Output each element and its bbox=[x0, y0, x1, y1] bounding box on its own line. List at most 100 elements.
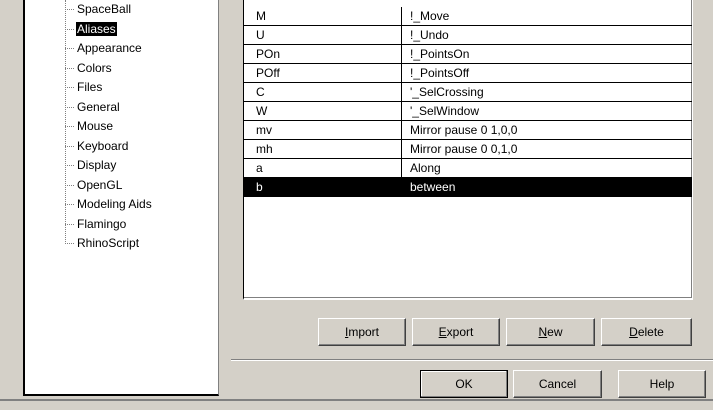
alias-name-cell: b bbox=[256, 180, 263, 194]
alias-command-cell: !_Undo bbox=[410, 28, 449, 42]
alias-name-cell: mh bbox=[256, 142, 273, 156]
alias-name-cell: W bbox=[256, 104, 268, 118]
alias-row[interactable]: C '_SelCrossing bbox=[244, 83, 692, 102]
tree-item-label: OpenGL bbox=[77, 178, 123, 192]
alias-name-cell: a bbox=[256, 161, 263, 175]
tree-item-label: Display bbox=[77, 158, 117, 172]
tree-item[interactable]: Colors bbox=[65, 59, 113, 77]
tree-item[interactable]: Aliases bbox=[65, 20, 117, 38]
alias-name-cell: POn bbox=[256, 47, 281, 61]
alias-name-cell: M bbox=[256, 9, 266, 23]
alias-row[interactable]: M !_Move bbox=[244, 7, 692, 26]
alias-command-cell: Along bbox=[410, 161, 441, 175]
tree-branch-line bbox=[65, 9, 74, 11]
alias-row[interactable]: b between bbox=[244, 178, 692, 197]
alias-list[interactable]: M !_Move U !_Undo POn !_PointsOn POff !_PointsO… bbox=[243, 0, 693, 300]
tree-item[interactable]: Modeling Aids bbox=[65, 195, 153, 213]
tree-item-label: RhinoScript bbox=[77, 236, 140, 250]
import-button-label: mport bbox=[348, 325, 380, 339]
column-divider bbox=[401, 159, 402, 178]
column-divider bbox=[401, 7, 402, 26]
alias-row[interactable]: mv Mirror pause 0 1,0,0 bbox=[244, 121, 692, 140]
new-button[interactable]: New bbox=[506, 318, 595, 346]
tree-branch-line bbox=[65, 165, 74, 167]
tree-item[interactable]: Mouse bbox=[65, 117, 114, 135]
alias-name-cell: POff bbox=[256, 66, 280, 80]
tree-item-label: SpaceBall bbox=[77, 2, 132, 16]
tree-item-label: General bbox=[77, 100, 120, 114]
tree-branch-line bbox=[65, 126, 74, 128]
tree-item-label: Colors bbox=[77, 61, 112, 75]
dialog-separator bbox=[231, 359, 713, 361]
tree-item[interactable]: General bbox=[65, 98, 121, 116]
alias-command-cell: Mirror pause 0 0,1,0 bbox=[410, 142, 518, 156]
export-button-label: xport bbox=[446, 325, 474, 339]
new-button-label: ew bbox=[547, 325, 563, 339]
alias-row[interactable]: POn !_PointsOn bbox=[244, 45, 692, 64]
alias-command-cell: !_Move bbox=[410, 9, 450, 23]
column-divider bbox=[401, 102, 402, 121]
delete-button[interactable]: Delete bbox=[601, 318, 692, 346]
alias-row[interactable]: U !_Undo bbox=[244, 26, 692, 45]
options-tree[interactable]: SpaceBall Aliases Appearance Colors Files Gen… bbox=[23, 0, 219, 396]
tree-item[interactable]: Display bbox=[65, 156, 117, 174]
alias-row[interactable]: W '_SelWindow bbox=[244, 102, 692, 121]
alias-row[interactable]: a Along bbox=[244, 159, 692, 178]
tree-item-label: Files bbox=[77, 80, 103, 94]
alias-command-cell: !_PointsOn bbox=[410, 47, 470, 61]
ok-button[interactable]: OK bbox=[420, 370, 508, 398]
cancel-button[interactable]: Cancel bbox=[513, 370, 602, 398]
alias-name-cell: U bbox=[256, 28, 265, 42]
tree-item-label: Flamingo bbox=[77, 217, 127, 231]
alias-command-cell: between bbox=[410, 180, 456, 194]
tree-branch-line bbox=[65, 107, 74, 109]
export-button[interactable]: Export bbox=[412, 318, 500, 346]
tree-item[interactable]: Files bbox=[65, 78, 103, 96]
tree-branch-line bbox=[65, 48, 74, 50]
ok-button-label: OK bbox=[455, 377, 473, 391]
alias-command-cell: Mirror pause 0 1,0,0 bbox=[410, 123, 518, 137]
delete-button-label: elete bbox=[637, 325, 664, 339]
tree-branch-line bbox=[65, 68, 74, 70]
tree-item-label: Appearance bbox=[77, 41, 142, 55]
alias-command-cell: '_SelWindow bbox=[410, 104, 479, 118]
tree-item-label: Keyboard bbox=[77, 139, 129, 153]
tree-item[interactable]: RhinoScript bbox=[65, 234, 140, 252]
tree-branch-line bbox=[65, 87, 74, 89]
column-divider bbox=[401, 45, 402, 64]
tree-branch-line bbox=[65, 224, 74, 226]
alias-row[interactable]: POff !_PointsOff bbox=[244, 64, 692, 83]
column-divider bbox=[401, 178, 402, 197]
cancel-button-label: Cancel bbox=[538, 377, 577, 391]
tree-branch-line bbox=[65, 243, 74, 245]
column-divider bbox=[401, 64, 402, 83]
tree-branch-line bbox=[65, 146, 74, 148]
new-accel-key: N bbox=[538, 325, 548, 339]
tree-item[interactable]: Appearance bbox=[65, 39, 143, 57]
tree-item[interactable]: OpenGL bbox=[65, 176, 123, 194]
tree-item-label: Modeling Aids bbox=[77, 197, 152, 211]
export-accel-key: E bbox=[438, 325, 447, 339]
help-button-label: Help bbox=[649, 377, 675, 391]
alias-command-cell: !_PointsOff bbox=[410, 66, 470, 80]
column-divider bbox=[401, 26, 402, 45]
column-divider bbox=[401, 121, 402, 140]
help-button[interactable]: Help bbox=[618, 370, 706, 398]
import-button[interactable]: Import bbox=[318, 318, 406, 346]
dialog-bottom-edge bbox=[0, 399, 713, 401]
alias-command-cell: '_SelCrossing bbox=[410, 85, 484, 99]
tree-item[interactable]: Keyboard bbox=[65, 137, 129, 155]
delete-accel-key: D bbox=[629, 325, 638, 339]
tree-item[interactable]: SpaceBall bbox=[65, 0, 132, 18]
column-divider bbox=[401, 140, 402, 159]
tree-branch-line bbox=[65, 185, 74, 187]
tree-branch-line bbox=[65, 29, 74, 31]
tree-item-label: Mouse bbox=[77, 119, 114, 133]
alias-name-cell: mv bbox=[256, 123, 272, 137]
tree-item-label: Aliases bbox=[76, 22, 117, 36]
alias-row[interactable]: mh Mirror pause 0 0,1,0 bbox=[244, 140, 692, 159]
column-divider bbox=[401, 83, 402, 102]
alias-name-cell: C bbox=[256, 85, 265, 99]
tree-item[interactable]: Flamingo bbox=[65, 215, 127, 233]
tree-branch-line bbox=[65, 204, 74, 206]
